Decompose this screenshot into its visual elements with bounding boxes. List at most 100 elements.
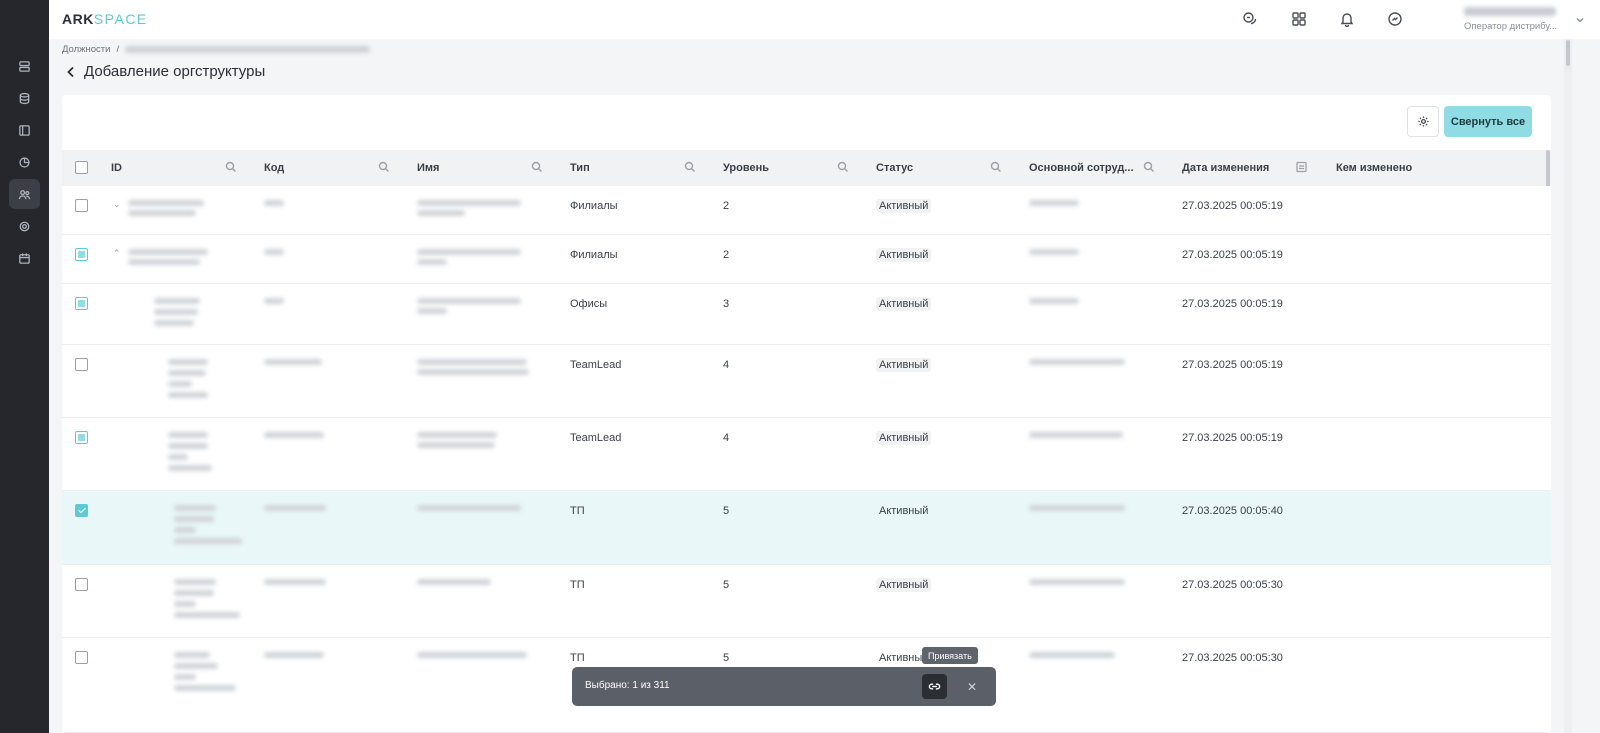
sidebar-item-database[interactable] — [9, 83, 40, 113]
table-row[interactable]: TeamLead 4 Активный 27.03.2025 00:05:19 — [62, 345, 1551, 418]
column-header-type[interactable]: Тип — [570, 162, 590, 174]
calendar-icon — [19, 252, 30, 264]
select-all-checkbox[interactable] — [75, 161, 88, 174]
cell-modified-date: 27.03.2025 00:05:40 — [1182, 505, 1283, 517]
column-header-level[interactable]: Уровень — [723, 162, 769, 174]
row-checkbox[interactable] — [75, 248, 88, 261]
cell-level: 4 — [723, 432, 730, 444]
users-icon — [18, 189, 31, 199]
row-checkbox[interactable] — [75, 578, 88, 591]
column-header-status[interactable]: Статус — [876, 162, 913, 174]
row-checkbox[interactable] — [75, 297, 88, 310]
sidebar-item-calendar[interactable] — [9, 243, 40, 273]
chat-button[interactable] — [1240, 9, 1260, 29]
close-icon[interactable]: ✕ — [967, 680, 977, 694]
link-button[interactable] — [922, 674, 947, 699]
search-icon[interactable] — [1143, 161, 1155, 176]
cell-modified-date: 27.03.2025 00:05:30 — [1182, 652, 1283, 664]
page-title: Добавление оргструктуры — [84, 63, 266, 80]
breadcrumb-root[interactable]: Должности — [62, 44, 110, 55]
server-icon — [19, 60, 30, 72]
page-scrollbar-thumb[interactable] — [1566, 40, 1570, 66]
cell-type: Офисы — [570, 298, 608, 310]
selection-count: Выбрано: 1 из 311 — [585, 680, 670, 691]
row-checkbox[interactable] — [75, 431, 88, 444]
column-header-code[interactable]: Код — [264, 162, 284, 174]
cell-modified-date: 27.03.2025 00:05:19 — [1182, 298, 1283, 310]
collapse-all-button[interactable]: Свернуть все — [1444, 106, 1532, 137]
table-row[interactable]: Офисы 3 Активный 27.03.2025 00:05:19 — [62, 284, 1551, 345]
apps-button[interactable] — [1289, 9, 1309, 29]
row-checkbox[interactable] — [75, 199, 88, 212]
row-checkbox[interactable] — [75, 358, 88, 371]
sidebar-item-servers[interactable] — [9, 51, 40, 81]
top-bar: ARKSPACE Оператор дистрибу... — [49, 0, 1600, 39]
chevron-up-icon[interactable]: ⌃ — [113, 248, 121, 259]
cell-type: ТП — [570, 505, 585, 517]
cell-type: Филиалы — [570, 249, 618, 261]
table-card: Свернуть все ID Код Имя Тип Уровень Стат… — [62, 95, 1551, 733]
table-settings-button[interactable] — [1407, 106, 1439, 137]
search-icon[interactable] — [837, 161, 849, 176]
search-icon[interactable] — [378, 161, 390, 176]
notifications-button[interactable] — [1337, 9, 1357, 29]
table-row[interactable]: ⌄ Филиалы 2 Активный 27.03.2025 00:05:19 — [62, 186, 1551, 235]
sync-button[interactable] — [1385, 9, 1405, 29]
link-icon — [928, 683, 941, 690]
status-badge: Активный — [876, 358, 932, 372]
column-header-name[interactable]: Имя — [417, 162, 439, 174]
link-tooltip: Привязать — [922, 647, 978, 664]
table-row[interactable]: TeamLead 4 Активный 27.03.2025 00:05:19 — [62, 418, 1551, 491]
search-icon[interactable] — [684, 161, 696, 176]
search-icon[interactable] — [990, 161, 1002, 176]
cell-type: ТП — [570, 652, 585, 664]
cell-level: 5 — [723, 652, 730, 664]
table-row[interactable]: ТП 5 Активный 27.03.2025 00:05:30 — [62, 565, 1551, 638]
cell-level: 2 — [723, 200, 730, 212]
table-row[interactable]: ⌃ Филиалы 2 Активный 27.03.2025 00:05:19 — [62, 235, 1551, 284]
sidebar-item-settings[interactable] — [9, 211, 40, 241]
status-badge: Активный — [876, 297, 932, 311]
cell-level: 3 — [723, 298, 730, 310]
column-header-id[interactable]: ID — [111, 162, 122, 174]
calendar-filter-icon[interactable] — [1296, 161, 1307, 176]
sidebar-item-reports[interactable] — [9, 147, 40, 177]
user-name — [1464, 7, 1556, 16]
cell-modified-date: 27.03.2025 00:05:19 — [1182, 432, 1283, 444]
breadcrumb-separator: / — [116, 44, 120, 55]
cell-modified-date: 27.03.2025 00:05:19 — [1182, 249, 1283, 261]
column-header-main-employee[interactable]: Основной сотруд... — [1029, 162, 1134, 174]
status-badge: Активный — [876, 431, 932, 445]
status-badge: Активный — [879, 505, 929, 517]
page-scrollbar[interactable] — [1564, 39, 1572, 733]
column-header-modified-by[interactable]: Кем изменено — [1336, 162, 1412, 174]
table-row-selected[interactable]: ТП 5 Активный 27.03.2025 00:05:40 — [62, 491, 1551, 565]
bell-icon — [1340, 13, 1354, 27]
apps-grid-icon — [1292, 12, 1306, 26]
chevron-down-icon[interactable]: ⌄ — [113, 199, 121, 210]
chat-icon — [1243, 12, 1257, 25]
chevron-down-icon[interactable] — [1575, 14, 1585, 28]
column-header-modified-date[interactable]: Дата изменения — [1182, 162, 1269, 174]
search-icon[interactable] — [531, 161, 543, 176]
search-icon[interactable] — [225, 161, 237, 176]
cell-type: ТП — [570, 579, 585, 591]
row-checkbox[interactable] — [75, 651, 88, 664]
table-header: ID Код Имя Тип Уровень Статус Основной с… — [62, 150, 1551, 186]
cell-modified-date: 27.03.2025 00:05:30 — [1182, 579, 1283, 591]
database-icon — [19, 92, 30, 104]
cell-type: TeamLead — [570, 432, 622, 444]
back-arrow-icon[interactable] — [66, 66, 76, 78]
app-logo[interactable]: ARKSPACE — [62, 11, 148, 27]
row-checkbox-checked[interactable] — [75, 504, 88, 517]
breadcrumb: Должности / — [62, 44, 371, 55]
status-badge: Активный — [876, 248, 932, 262]
sidebar-item-orgstructure[interactable] — [9, 179, 40, 209]
settings-icon — [19, 221, 30, 231]
status-badge: Активный — [876, 199, 932, 213]
cell-type: Филиалы — [570, 200, 618, 212]
sidebar-item-layout[interactable] — [9, 115, 40, 145]
sync-icon — [1388, 12, 1402, 26]
cell-type: TeamLead — [570, 359, 622, 371]
cell-modified-date: 27.03.2025 00:05:19 — [1182, 200, 1283, 212]
